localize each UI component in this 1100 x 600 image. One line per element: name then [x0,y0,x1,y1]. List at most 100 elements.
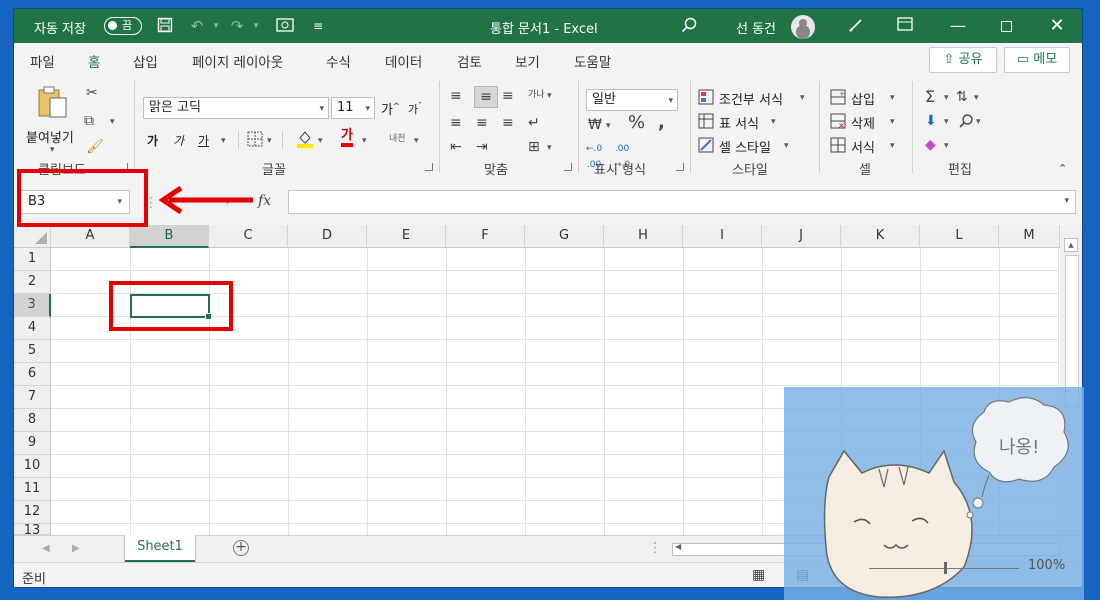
undo-icon[interactable]: ↶ [188,17,206,35]
fill-icon[interactable]: ⬇ [925,113,937,129]
splitter-icon[interactable]: ⋮ [648,540,662,556]
scroll-up-icon[interactable]: ▲ [1064,238,1078,252]
zoom-level[interactable]: 100% [1028,558,1065,573]
decrease-indent-icon[interactable]: ⇤ [450,139,462,155]
expand-formula-icon[interactable]: ▾ [1064,196,1069,206]
next-sheet-icon[interactable]: ▶ [72,541,80,557]
tab-formulas[interactable]: 수식 [326,51,351,71]
accounting-format-icon[interactable]: ₩ [588,117,602,133]
align-left-icon[interactable]: ≡ [450,115,462,131]
save-icon[interactable] [156,17,174,35]
row-header[interactable]: 13 [14,524,51,535]
number-launcher-icon[interactable] [676,163,684,171]
minimize-icon[interactable]: — [935,9,981,43]
close-icon[interactable]: ✕ [1034,9,1080,43]
comments-button[interactable]: ▭ 메모 [1004,47,1070,73]
align-top-icon[interactable]: ≡ [450,88,462,104]
autosave-toggle[interactable]: 끔 [104,17,142,35]
ribbon-display-icon[interactable] [896,17,914,35]
select-all-corner[interactable] [14,225,51,248]
row-header[interactable]: 1 [14,248,51,271]
autosum-dropdown-icon[interactable]: ▾ [944,93,949,103]
paste-dropdown-icon[interactable]: ▾ [50,145,55,155]
align-bottom-icon[interactable]: ≡ [502,88,514,104]
delete-dropdown-icon[interactable]: ▾ [890,117,895,127]
cell-styles-dropdown-icon[interactable]: ▾ [784,141,789,151]
row-header[interactable]: 6 [14,363,51,386]
tab-view[interactable]: 보기 [515,51,540,71]
add-sheet-icon[interactable]: + [233,540,249,556]
search-icon[interactable] [680,17,698,35]
merge-center-icon[interactable]: ⊞ [528,139,540,155]
redo-dropdown-icon[interactable]: ▾ [247,17,265,35]
cut-icon[interactable]: ✂ [86,85,98,101]
row-header[interactable]: 9 [14,432,51,455]
italic-button[interactable]: 가 [173,132,184,149]
number-format-box[interactable]: 일반 ▾ [586,89,678,111]
font-color-dropdown-icon[interactable]: ▾ [362,136,367,146]
column-header[interactable]: K [841,225,920,248]
align-middle-icon[interactable]: ≡ [474,86,498,108]
borders-icon[interactable] [247,131,263,151]
paste-label[interactable]: 붙여넣기 [26,127,74,146]
borders-dropdown-icon[interactable]: ▾ [267,136,272,146]
format-painter-icon[interactable]: 🖌 [86,139,104,155]
fill-color-icon[interactable] [296,129,314,153]
font-name-box[interactable]: 맑은 고딕 ▾ [143,97,329,119]
tab-home[interactable]: 홈 [88,51,101,78]
phonetic-button[interactable]: 내천 [389,131,406,144]
copy-dropdown-icon[interactable]: ▾ [110,117,115,127]
scroll-thumb[interactable] [1065,255,1079,407]
tab-help[interactable]: 도움말 [574,51,611,71]
orientation-dropdown-icon[interactable]: ▾ [547,91,552,101]
maximize-icon[interactable] [983,9,1029,43]
insert-cells-icon[interactable]: + [830,89,846,109]
increase-indent-icon[interactable]: ⇥ [476,139,488,155]
align-center-icon[interactable]: ≡ [476,115,488,131]
normal-view-icon[interactable]: ▦ [752,567,765,583]
align-right-icon[interactable]: ≡ [502,115,514,131]
row-header[interactable]: 11 [14,478,51,501]
fill-dropdown-icon[interactable]: ▾ [944,117,949,127]
sort-filter-icon[interactable]: ⇅ [956,89,968,105]
share-button[interactable]: ⇧ 공유 [929,47,997,73]
tab-data[interactable]: 데이터 [385,51,422,71]
font-launcher-icon[interactable] [425,163,433,171]
font-size-box[interactable]: 11 ▾ [331,97,375,119]
tab-page-layout[interactable]: 페이지 레이아웃 [192,51,283,71]
column-header[interactable]: C [209,225,288,248]
format-cells-button[interactable]: 서식 [851,137,875,156]
screenshot-icon[interactable] [276,17,294,35]
column-header[interactable]: I [683,225,762,248]
tab-file[interactable]: 파일 [30,51,55,71]
shrink-font-button[interactable]: 가ˇ [408,101,422,117]
underline-button[interactable]: 가 [198,132,209,149]
delete-cells-button[interactable]: 삭제 [851,113,875,132]
formula-input[interactable]: ▾ [288,190,1076,214]
scroll-left-icon[interactable]: ◀ [675,542,681,551]
tab-insert[interactable]: 삽입 [133,51,158,71]
conditional-formatting-icon[interactable] [698,89,714,109]
sheet-tab[interactable]: Sheet1 [125,535,195,562]
phonetic-dropdown-icon[interactable]: ▾ [414,136,419,146]
column-header[interactable]: H [604,225,683,248]
column-header[interactable]: J [762,225,841,248]
column-header[interactable]: F [446,225,525,248]
column-header[interactable]: D [288,225,367,248]
collapse-ribbon-icon[interactable]: ⌃ [1058,161,1067,177]
merge-dropdown-icon[interactable]: ▾ [547,143,552,153]
table-format-dropdown-icon[interactable]: ▾ [771,117,776,127]
wrap-text-icon[interactable]: ↵ [528,115,540,131]
redo-icon[interactable]: ↷ [228,17,246,35]
customize-toolbar-icon[interactable]: ≡ [309,17,327,35]
row-header[interactable]: 3 [14,294,51,317]
tab-review[interactable]: 검토 [457,51,482,71]
grow-font-button[interactable]: 가^ [381,99,400,118]
clear-dropdown-icon[interactable]: ▾ [944,141,949,151]
font-color-button[interactable]: 가 [341,129,353,147]
row-header[interactable]: 12 [14,501,51,524]
row-header[interactable]: 10 [14,455,51,478]
row-header[interactable]: 8 [14,409,51,432]
column-header[interactable]: L [920,225,999,248]
copy-icon[interactable]: ⧉ [84,113,94,129]
